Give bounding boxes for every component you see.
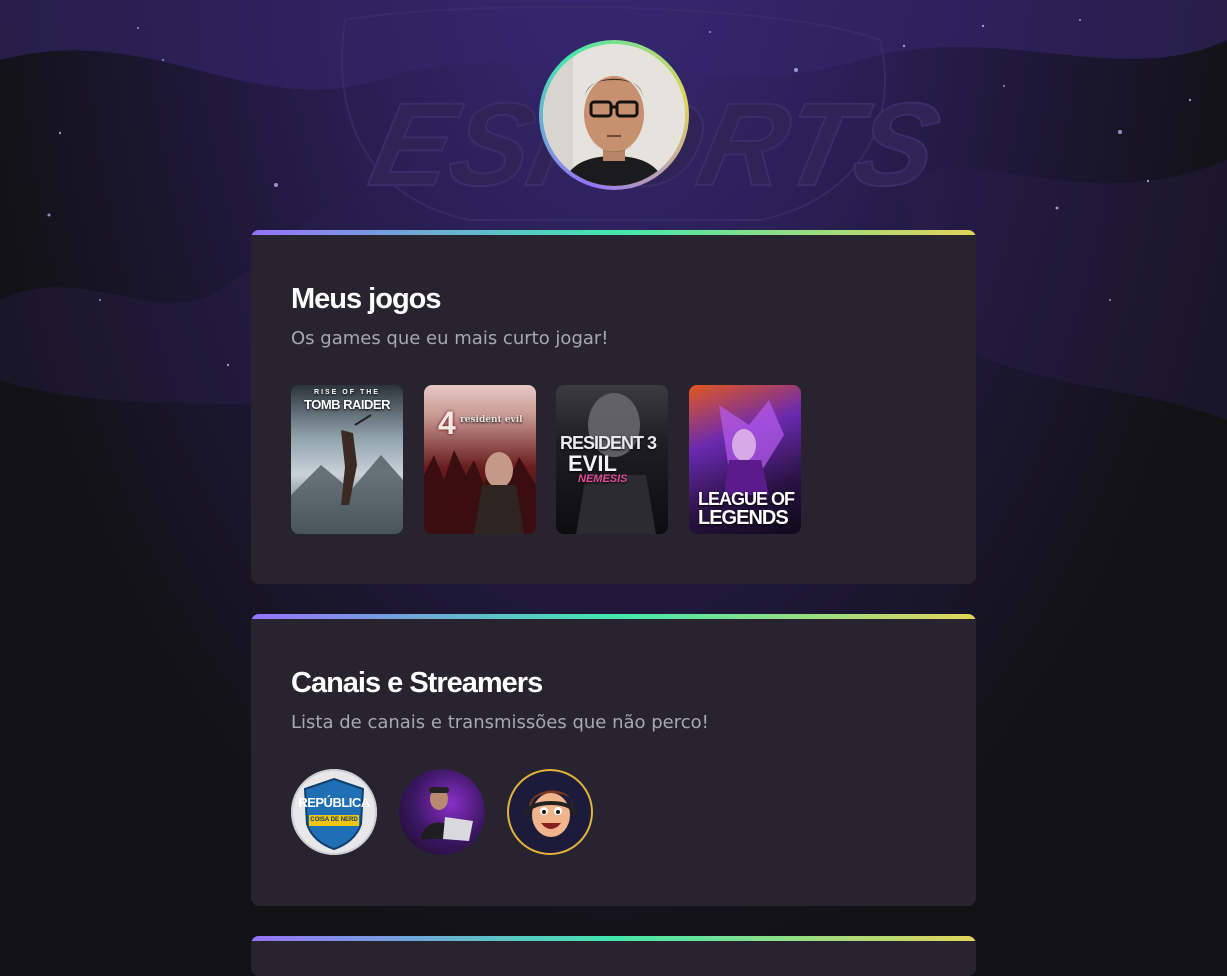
profile-photo — [543, 44, 685, 186]
game-tomb-raider[interactable]: RISE OF THE TOMB RAIDER — [291, 385, 403, 534]
channel-streamer-2[interactable] — [399, 769, 485, 855]
game-title-line: LEGENDS — [698, 507, 789, 529]
game-resident-evil-3[interactable]: RESIDENT 3 EVIL NEMESIS — [556, 385, 668, 534]
channel-streamer-3[interactable] — [507, 769, 593, 855]
channels-card: Canais e Streamers Lista de canais e tra… — [251, 614, 976, 906]
channel-logo-text: REPÚBLICA — [298, 795, 370, 810]
game-title-line: TOMB RAIDER — [304, 397, 390, 412]
game-title-line: NEMESIS — [578, 473, 628, 485]
games-title: Meus jogos — [291, 283, 442, 315]
channel-logo-subtext: COISA DE NERD — [310, 817, 358, 823]
channel-republica-coisa-de-nerd[interactable]: REPÚBLICA COISA DE NERD — [291, 769, 377, 855]
games-card: Meus jogos Os games que eu mais curto jo… — [251, 230, 976, 584]
channels-subtitle: Lista de canais e transmissões que não p… — [291, 712, 709, 733]
games-subtitle: Os games que eu mais curto jogar! — [291, 328, 609, 349]
channels-title: Canais e Streamers — [291, 667, 543, 699]
game-league-of-legends[interactable]: LEAGUE OF LEGENDS — [689, 385, 801, 534]
next-section-card — [251, 936, 976, 976]
game-title-line: RISE OF THE — [314, 389, 380, 396]
profile-avatar — [539, 40, 689, 190]
game-resident-evil-4[interactable]: 4 resident evil — [424, 385, 536, 534]
game-title-line: resident evil — [460, 415, 523, 425]
